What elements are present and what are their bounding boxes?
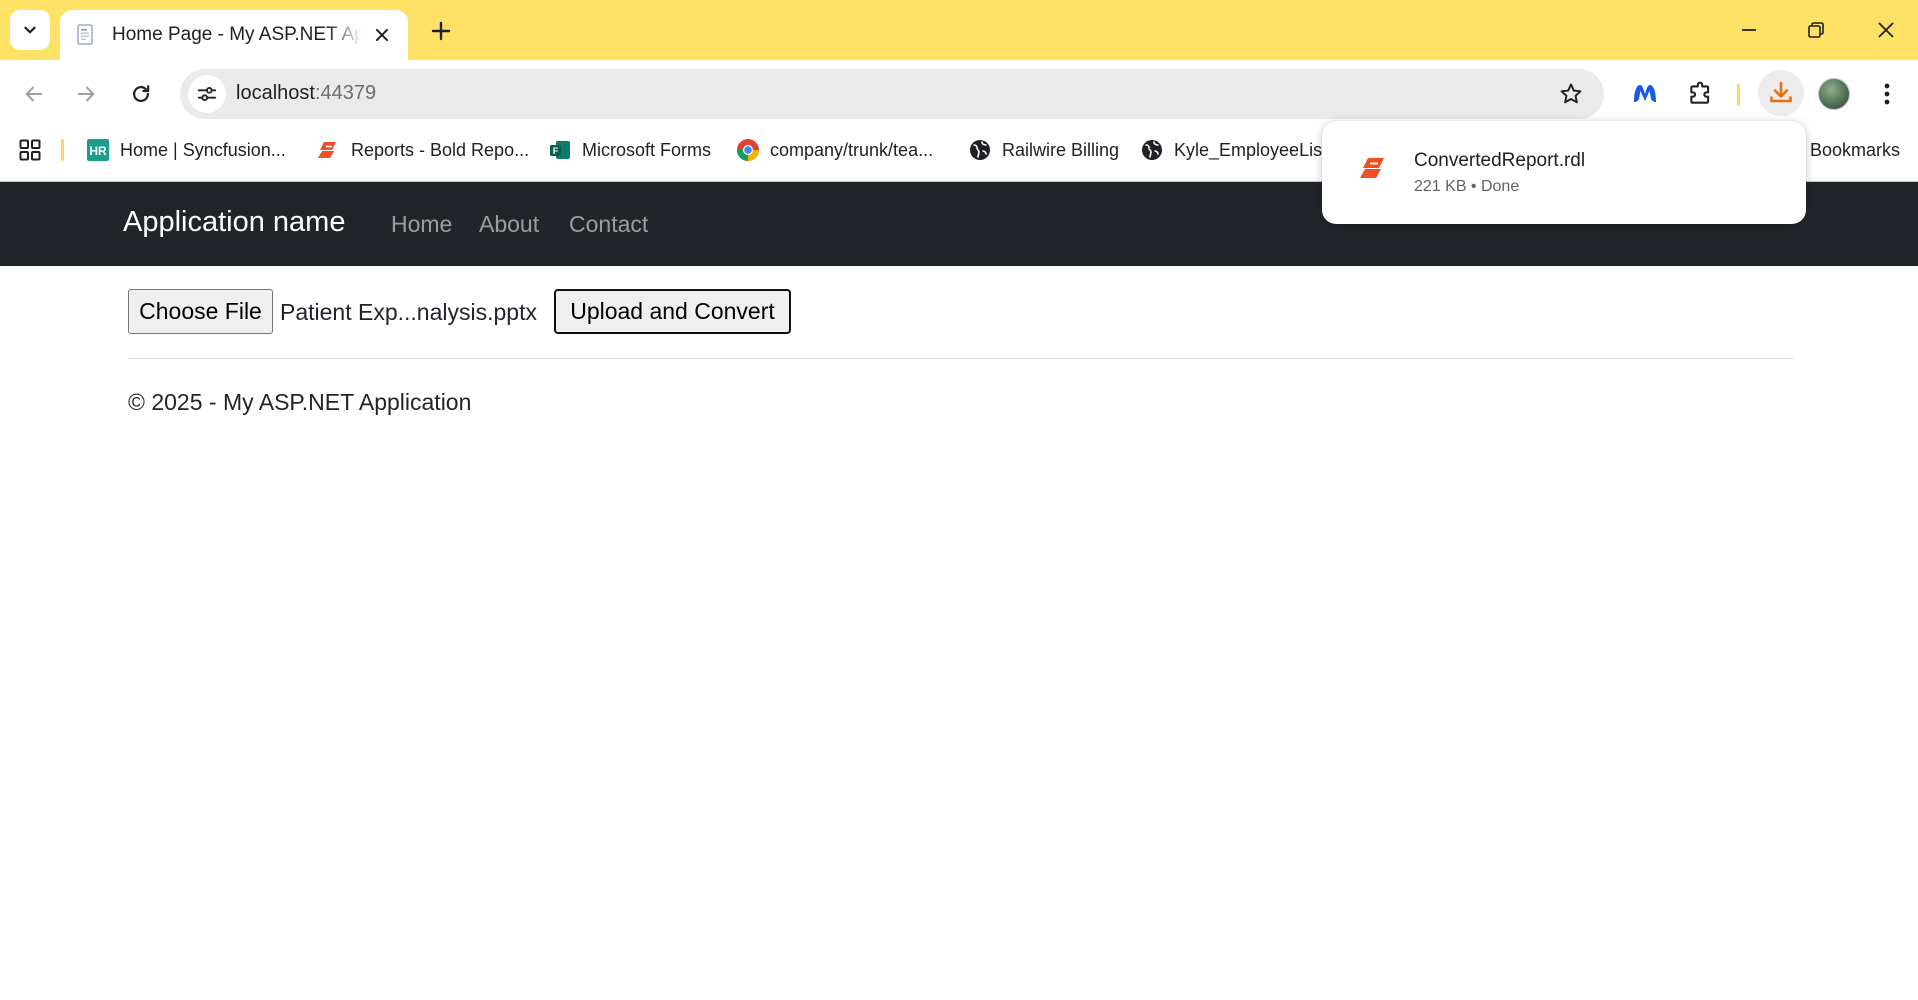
arrow-right-icon (77, 86, 95, 102)
apps-grid-icon[interactable] (18, 138, 42, 162)
download-bubble: ConvertedReport.rdl 221 KB • Done (1322, 121, 1806, 224)
more-vert-icon (1884, 83, 1890, 105)
bookmarks-divider (61, 139, 64, 161)
bookmark-label: company/trunk/tea... (770, 139, 934, 160)
nav-link-contact[interactable]: Contact (569, 211, 648, 238)
nav-link-home[interactable]: Home (391, 211, 452, 238)
bookmark-item[interactable]: HR Home | Syncfusion... (86, 136, 286, 164)
puzzle-icon (1690, 81, 1710, 104)
chrome-icon (736, 138, 760, 162)
globe-icon (1140, 138, 1164, 162)
reload-button[interactable] (123, 76, 159, 112)
download-icon (1770, 81, 1792, 103)
tab-close-button[interactable] (370, 23, 394, 47)
url-text[interactable]: localhost:44379 (236, 82, 376, 105)
selected-file-name: Patient Exp...nalysis.pptx (280, 299, 537, 325)
page-favicon-icon (77, 24, 93, 45)
bookmark-item[interactable]: company/trunk/tea... (736, 136, 933, 164)
download-status: 221 KB • Done (1414, 178, 1520, 195)
browser-tab[interactable]: Home Page - My ASP.NET Application (60, 10, 408, 60)
bookmark-item[interactable]: Railwire Billing (968, 136, 1119, 164)
malwarebytes-extension-button[interactable] (1627, 76, 1663, 112)
bookmark-item[interactable]: Kyle_EmployeeList (1140, 136, 1327, 164)
forward-button[interactable] (68, 76, 104, 112)
plus-icon (431, 21, 451, 41)
browser-menu-button[interactable] (1872, 76, 1902, 112)
bookmark-item[interactable]: F Microsoft Forms (548, 136, 711, 164)
new-tab-button[interactable] (424, 14, 458, 48)
navbar-brand[interactable]: Application name (123, 206, 345, 239)
chevron-down-icon (24, 26, 36, 34)
bold-reports-icon (317, 138, 341, 162)
download-file-name[interactable]: ConvertedReport.rdl (1414, 150, 1585, 172)
choose-file-button[interactable]: Choose File (128, 289, 273, 334)
tab-search-button[interactable] (10, 10, 50, 50)
svg-text:F: F (553, 146, 559, 156)
svg-text:HR: HR (89, 144, 107, 158)
close-icon (376, 29, 388, 41)
hr-icon: HR (86, 138, 110, 162)
tune-icon (197, 87, 217, 101)
bookmark-item[interactable]: Reports - Bold Repo... (317, 136, 529, 164)
upload-and-convert-button[interactable]: Upload and Convert (554, 289, 791, 334)
bookmark-star-icon[interactable] (1558, 81, 1584, 107)
bookmark-label: Kyle_EmployeeList (1174, 139, 1328, 160)
url-host: localhost (236, 82, 315, 104)
bold-reports-icon (1360, 158, 1384, 178)
content-divider (128, 358, 1793, 359)
minimize-button[interactable] (1729, 12, 1769, 48)
back-button[interactable] (16, 76, 52, 112)
bookmark-label: Railwire Billing (1002, 139, 1120, 160)
restore-button[interactable] (1796, 12, 1836, 48)
microsoft-forms-icon: F (548, 138, 572, 162)
profile-avatar[interactable] (1818, 78, 1850, 110)
close-icon (1878, 22, 1894, 38)
globe-icon (968, 138, 992, 162)
bookmark-label: Microsoft Forms (582, 139, 712, 160)
minimize-icon (1742, 29, 1756, 31)
address-bar[interactable]: localhost:44379 (180, 69, 1604, 119)
tab-title: Home Page - My ASP.NET Application (112, 24, 362, 45)
site-info-button[interactable] (188, 75, 226, 113)
all-bookmarks-button[interactable]: Bookmarks (1810, 136, 1900, 164)
restore-icon (1808, 22, 1824, 38)
arrow-left-icon (25, 86, 43, 102)
reload-icon (133, 85, 150, 102)
malwarebytes-icon (1634, 85, 1656, 102)
close-window-button[interactable] (1866, 12, 1906, 48)
bookmark-label: Reports - Bold Repo... (351, 139, 530, 160)
bookmark-label: Home | Syncfusion... (120, 139, 286, 160)
url-port: :44379 (314, 82, 377, 104)
page-footer: © 2025 - My ASP.NET Application (128, 389, 472, 415)
toolbar-divider (1737, 84, 1740, 106)
nav-link-about[interactable]: About (479, 211, 539, 238)
downloads-button[interactable] (1758, 70, 1804, 116)
extensions-button[interactable] (1682, 76, 1718, 112)
